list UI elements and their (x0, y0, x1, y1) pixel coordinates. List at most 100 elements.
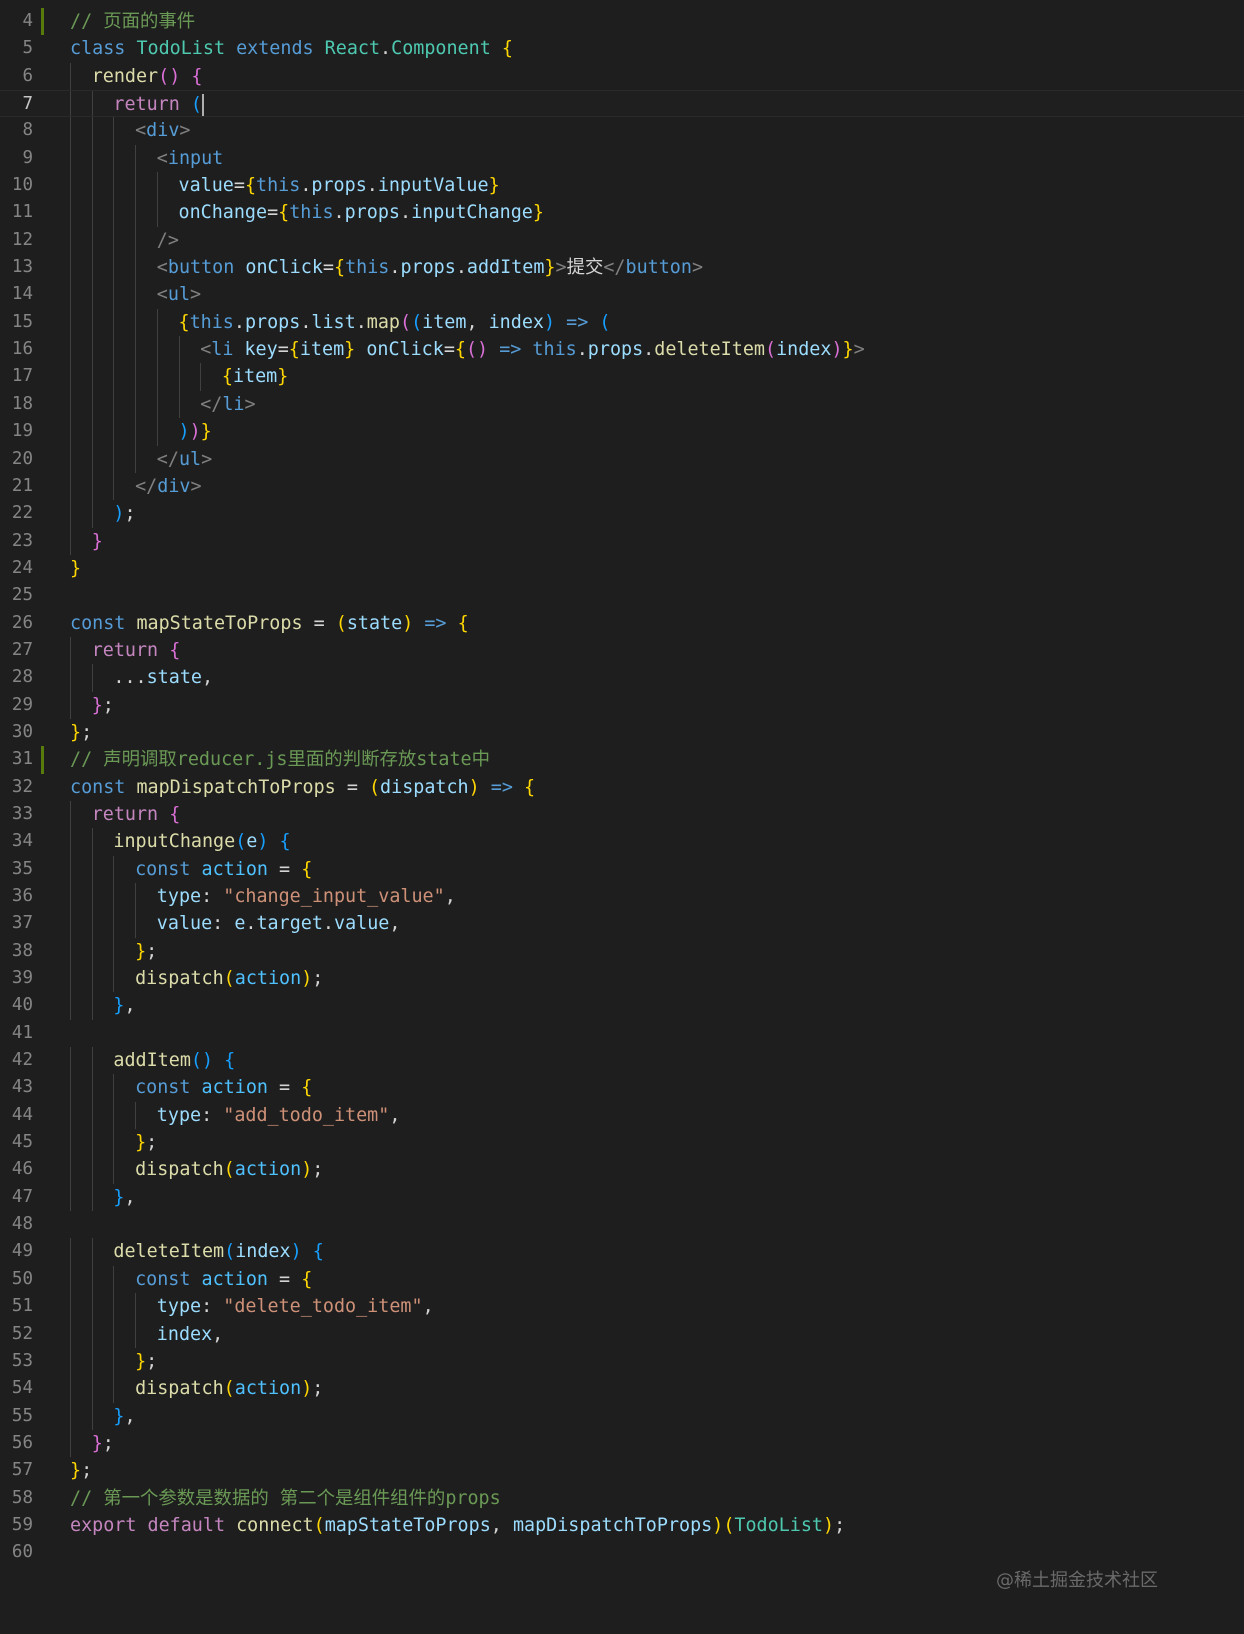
code-line[interactable]: 32 const mapDispatchToProps = (dispatch) … (0, 774, 1244, 801)
code-line[interactable]: 14 <ul> (0, 281, 1244, 309)
indent-guide (135, 308, 137, 337)
code-line[interactable]: 57}; (0, 1457, 1244, 1484)
code-token: e (234, 913, 246, 935)
code-line[interactable]: 41 (0, 1020, 1244, 1047)
code-line[interactable]: 17 {item} (0, 363, 1244, 391)
code-line[interactable]: 8 <div> (0, 117, 1244, 145)
code-line[interactable]: 27 return { (0, 636, 1244, 665)
code-line[interactable]: 5 class TodoList extends React.Component … (0, 35, 1244, 62)
code-line[interactable]: 18 </li> (0, 390, 1244, 419)
code-line[interactable]: 36 type: "change_input_value", (0, 883, 1244, 911)
code-line[interactable]: 30}; (0, 719, 1244, 746)
code-line[interactable]: 29}; (0, 691, 1244, 719)
indent-guide (113, 1293, 115, 1321)
code-line[interactable]: 7 return ( (0, 90, 1244, 118)
code-line[interactable]: 48 (0, 1211, 1244, 1238)
code-token: </ (135, 475, 158, 497)
code-line[interactable]: 12 /> (0, 226, 1244, 255)
code-line[interactable]: 40}, (0, 992, 1244, 1020)
code-line[interactable]: 25 (0, 582, 1244, 609)
code-token: () (158, 65, 192, 87)
code-line[interactable]: 13 <button onClick={this.props.addItem}>提… (0, 254, 1244, 282)
code-token: . (576, 339, 588, 361)
modified-line-marker (41, 8, 44, 36)
code-line[interactable]: 52 index, (0, 1320, 1244, 1348)
code-line[interactable]: 24} (0, 555, 1244, 582)
code-line[interactable]: 23} (0, 527, 1244, 555)
code-area[interactable]: 4// 页面的事件 5 class TodoList extends React.C… (0, 8, 1244, 1567)
code-editor[interactable]: 4// 页面的事件 5 class TodoList extends React.C… (0, 0, 1244, 1634)
indent-guide (70, 855, 71, 883)
indent-guide (113, 308, 115, 337)
code-line[interactable]: 42 addItem() { (0, 1047, 1244, 1075)
code-token: { (178, 311, 190, 333)
code-line[interactable]: 38}; (0, 937, 1244, 966)
code-line[interactable]: 33 return { (0, 800, 1244, 829)
code-line[interactable]: 11 onChange={this.props.inputChange} (0, 199, 1244, 227)
indent-guide (70, 254, 71, 282)
code-line[interactable]: 35 const action = { (0, 855, 1244, 883)
code-token: e (246, 831, 258, 853)
code-token: return (113, 94, 191, 116)
code-line[interactable]: 51 type: "delete_todo_item", (0, 1293, 1244, 1321)
code-line[interactable]: 39 dispatch(action); (0, 965, 1244, 993)
indent-guide (91, 254, 93, 282)
code-line[interactable]: 31 // 声明调取reducer.js里面的判断存放state中 (0, 746, 1244, 774)
code-line[interactable]: 19))} (0, 418, 1244, 446)
code-line[interactable]: 26 const mapStateToProps = (state) => { (0, 610, 1244, 637)
code-token: => (490, 776, 524, 798)
code-line[interactable]: 28 ...state, (0, 664, 1244, 692)
code-token: : (212, 913, 235, 935)
code-token: } (70, 1460, 82, 1482)
code-token: ( (764, 339, 777, 361)
code-token: => (424, 612, 458, 634)
indent-guide (135, 883, 137, 911)
code-line[interactable]: 16 <li key={item} onClick={() => this.pro… (0, 336, 1244, 364)
code-token: inputChange (113, 831, 236, 853)
code-line[interactable]: 37 value: e.target.value, (0, 910, 1244, 938)
code-line[interactable]: 55}, (0, 1402, 1244, 1430)
code-line[interactable]: 54 dispatch(action); (0, 1375, 1244, 1403)
code-line[interactable]: 56}; (0, 1429, 1244, 1458)
line-number: 21 (11, 475, 33, 496)
line-number: 60 (11, 1542, 33, 1563)
indent-guide (113, 418, 115, 446)
code-line[interactable]: 45}; (0, 1129, 1244, 1157)
code-line[interactable]: 49 deleteItem(index) { (0, 1238, 1244, 1266)
code-token: this (256, 175, 301, 197)
code-line[interactable]: 47}, (0, 1183, 1244, 1212)
code-line[interactable]: 6 render() { (0, 62, 1244, 91)
indent-guide (113, 144, 115, 173)
code-line[interactable]: 59 export default connect(mapStateToProps… (0, 1512, 1244, 1539)
code-token: state (146, 667, 202, 689)
indent-guide (91, 1375, 93, 1403)
code-line[interactable]: 34 inputChange(e) { (0, 828, 1244, 856)
code-line[interactable]: 46 dispatch(action); (0, 1156, 1244, 1184)
code-token: = (443, 339, 455, 361)
line-content: }; (135, 1348, 157, 1375)
code-line[interactable]: 43 const action = { (0, 1074, 1244, 1102)
code-token: < (156, 147, 168, 169)
code-line[interactable]: 53}; (0, 1347, 1244, 1376)
line-number: 5 (22, 38, 33, 59)
code-line[interactable]: 15 {this.props.list.map((item, index) => … (0, 308, 1244, 337)
code-line[interactable]: 4 // 页面的事件 (0, 8, 1244, 36)
code-line[interactable]: 9 <input (0, 144, 1244, 173)
code-line[interactable]: 60 (0, 1539, 1244, 1566)
code-line[interactable]: 50 const action = { (0, 1265, 1244, 1294)
code-line[interactable]: 21 </div> (0, 472, 1244, 501)
code-line[interactable]: 20 </ul> (0, 445, 1244, 473)
indent-guide (156, 363, 158, 391)
line-content: }, (113, 992, 135, 1019)
code-token: mapStateToProps (136, 612, 314, 634)
code-token: , (124, 1186, 136, 1208)
indent-guide (70, 1129, 71, 1157)
code-token: ) (257, 831, 280, 853)
code-token: > (179, 120, 191, 142)
code-line[interactable]: 58 // 第一个参数是数据的 第二个是组件组件的props (0, 1485, 1244, 1512)
code-line[interactable]: 22); (0, 500, 1244, 528)
code-line[interactable]: 44 type: "add_todo_item", (0, 1101, 1244, 1130)
indent-guide (91, 910, 93, 938)
code-token: ) (543, 311, 567, 333)
code-line[interactable]: 10 value={this.props.inputValue} (0, 172, 1244, 200)
